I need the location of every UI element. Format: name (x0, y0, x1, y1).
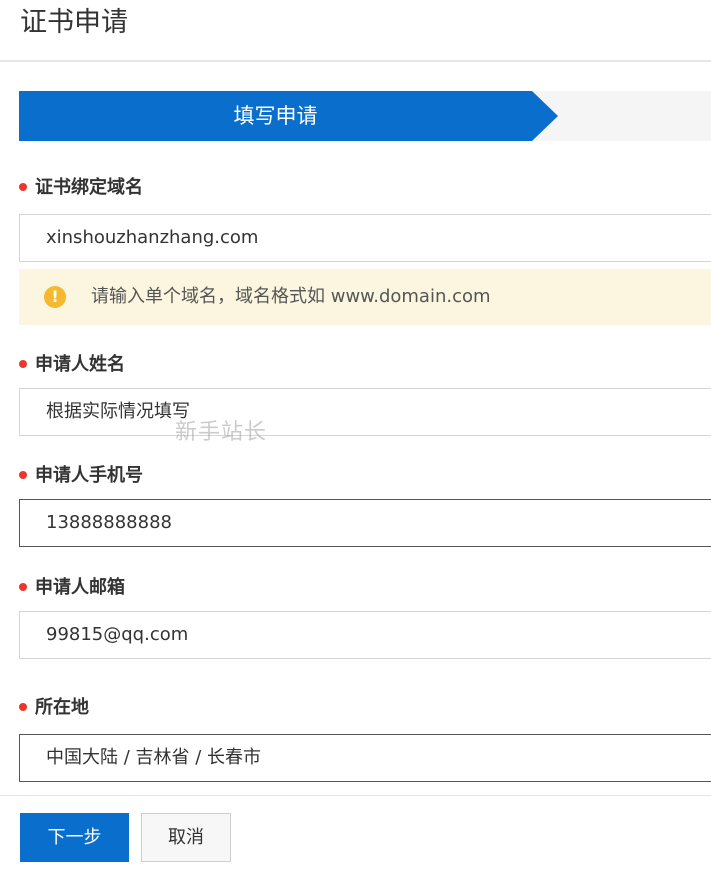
required-dot (19, 471, 27, 479)
domain-label: 证书绑定域名 (19, 176, 143, 200)
applicant-phone-label: 申请人手机号 (19, 464, 143, 488)
step-active: 填写申请 (19, 91, 558, 141)
cancel-button[interactable]: 取消 (141, 813, 231, 862)
warning-icon: ! (44, 286, 66, 308)
applicant-name-label: 申请人姓名 (19, 353, 125, 377)
required-dot (19, 583, 27, 591)
applicant-phone-input[interactable]: 13888888888 (19, 499, 711, 547)
location-select[interactable]: 中国大陆 / 吉林省 / 长春市 (19, 734, 711, 782)
next-button[interactable]: 下一步 (20, 813, 129, 862)
required-dot (19, 360, 27, 368)
location-label: 所在地 (19, 696, 89, 720)
step-active-label: 填写申请 (233, 104, 318, 128)
domain-input[interactable]: xinshouzhanzhang.com (19, 214, 711, 262)
required-dot (19, 703, 27, 711)
applicant-email-input[interactable]: 99815@qq.com (19, 611, 711, 659)
required-dot (19, 183, 27, 191)
step-progress-bar: 填写申请 (19, 91, 711, 141)
domain-hint: ! 请输入单个域名，域名格式如 www.domain.com (19, 269, 711, 325)
page-title: 证书申请 (20, 7, 128, 38)
page-header: 证书申请 (0, 0, 711, 62)
applicant-name-input[interactable]: 根据实际情况填写 (19, 388, 711, 436)
form-footer: 下一步 取消 (0, 795, 711, 869)
watermark: 新手站长 (175, 420, 268, 445)
domain-hint-text: 请输入单个域名，域名格式如 www.domain.com (91, 286, 491, 307)
applicant-email-label: 申请人邮箱 (19, 576, 125, 600)
